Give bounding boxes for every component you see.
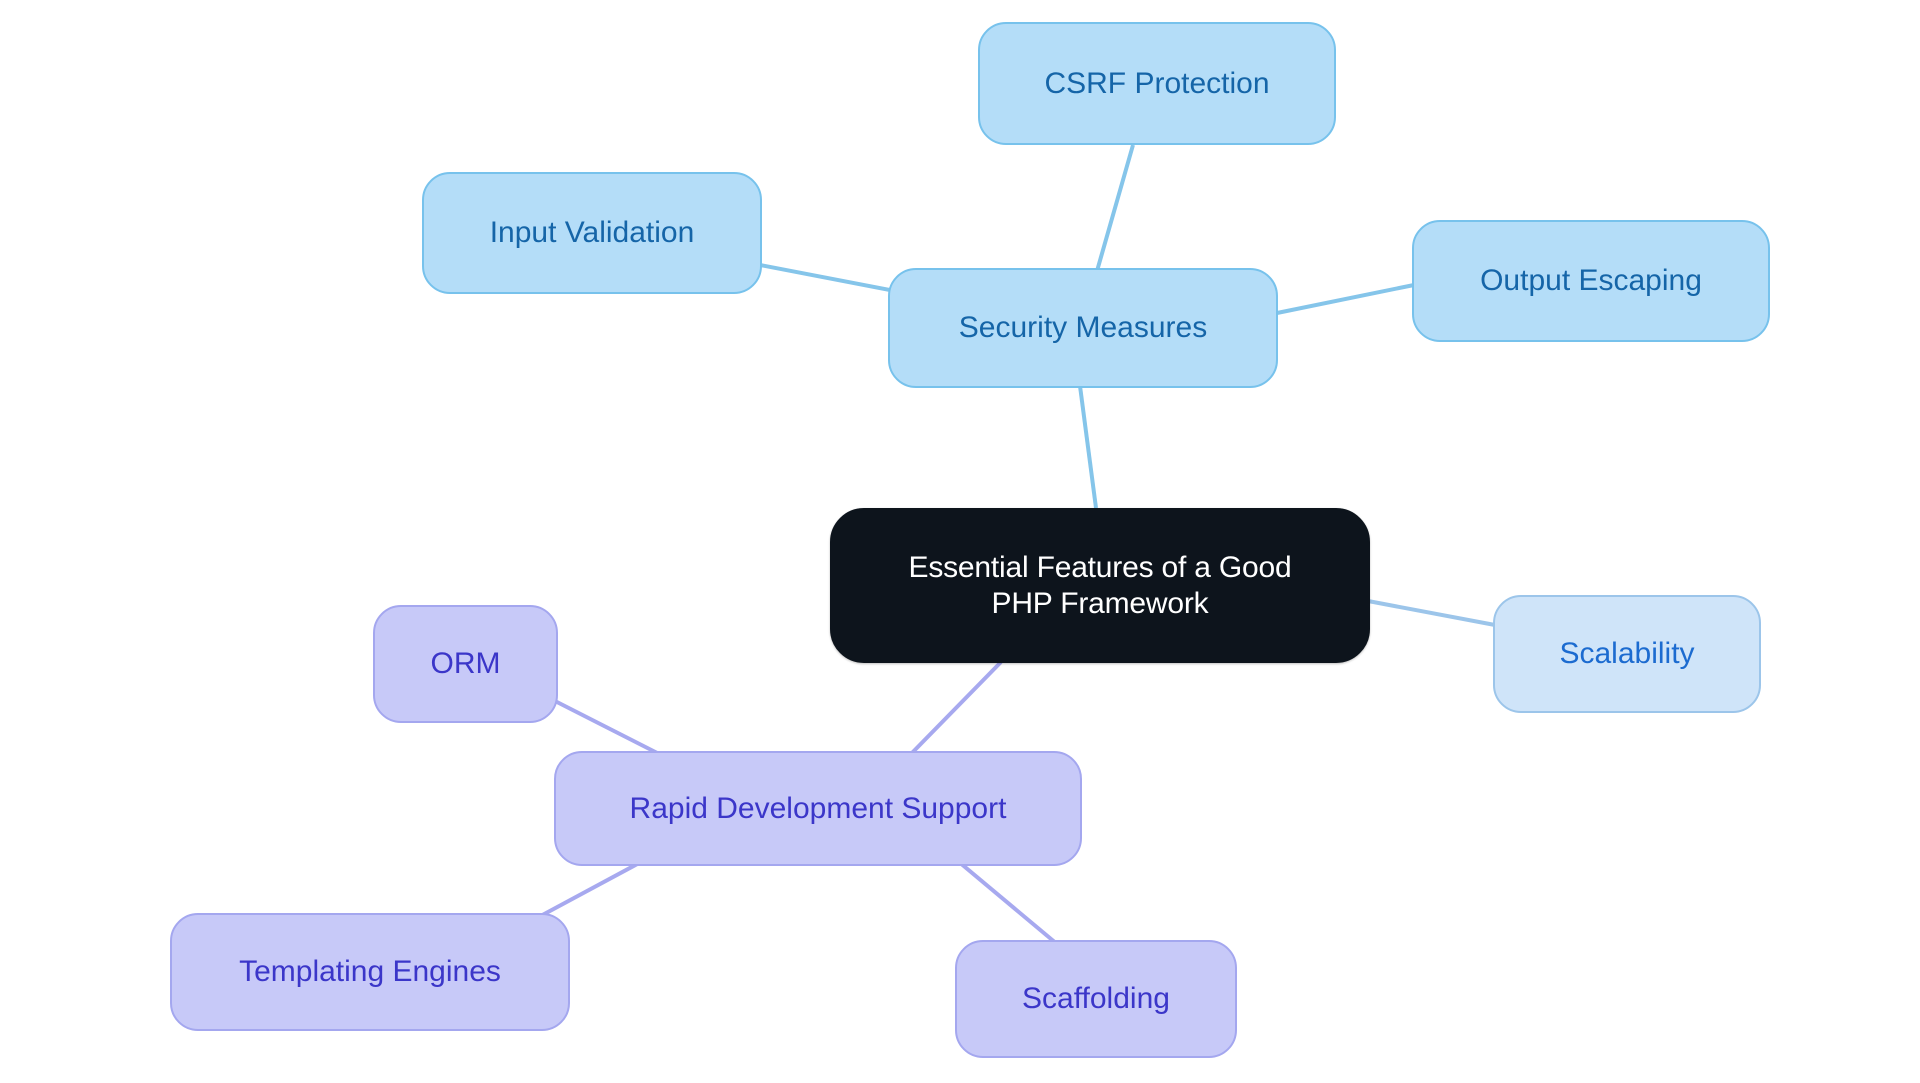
mindmap-canvas: CSRF Protection Input Validation Output … xyxy=(0,0,1920,1083)
node-scaffolding[interactable]: Scaffolding xyxy=(955,940,1237,1058)
node-templating-engines[interactable]: Templating Engines xyxy=(170,913,570,1031)
node-label: Input Validation xyxy=(489,216,695,250)
node-output-escaping[interactable]: Output Escaping xyxy=(1412,220,1770,342)
edge-root-to-rapid xyxy=(906,660,1003,759)
node-label: Essential Features of a Good PHP Framewo… xyxy=(908,551,1292,620)
node-label: Scaffolding xyxy=(1022,982,1170,1016)
node-label: CSRF Protection xyxy=(1044,66,1270,100)
edge-security-to-output-escaping xyxy=(1276,283,1415,315)
edge-root-to-scalability xyxy=(1367,599,1496,627)
node-root-essential-features[interactable]: Essential Features of a Good PHP Framewo… xyxy=(830,508,1370,663)
node-label: Templating Engines xyxy=(239,955,501,989)
node-security-measures[interactable]: Security Measures xyxy=(888,268,1278,388)
edge-rapid-to-templating xyxy=(534,860,642,921)
edge-security-to-csrf xyxy=(1095,144,1135,272)
node-label: Scalability xyxy=(1559,637,1695,671)
node-label: Security Measures xyxy=(958,311,1208,345)
edge-security-to-input-validation xyxy=(759,263,891,292)
edge-root-to-security xyxy=(1078,385,1098,509)
node-label: Output Escaping xyxy=(1480,264,1702,298)
node-label: ORM xyxy=(430,647,501,681)
edge-rapid-to-scaffolding xyxy=(957,860,1065,951)
node-input-validation[interactable]: Input Validation xyxy=(422,172,762,294)
node-scalability[interactable]: Scalability xyxy=(1493,595,1761,713)
node-rapid-development-support[interactable]: Rapid Development Support xyxy=(554,751,1082,866)
node-orm[interactable]: ORM xyxy=(373,605,558,723)
node-csrf-protection[interactable]: CSRF Protection xyxy=(978,22,1336,145)
node-label: Rapid Development Support xyxy=(629,791,1007,825)
